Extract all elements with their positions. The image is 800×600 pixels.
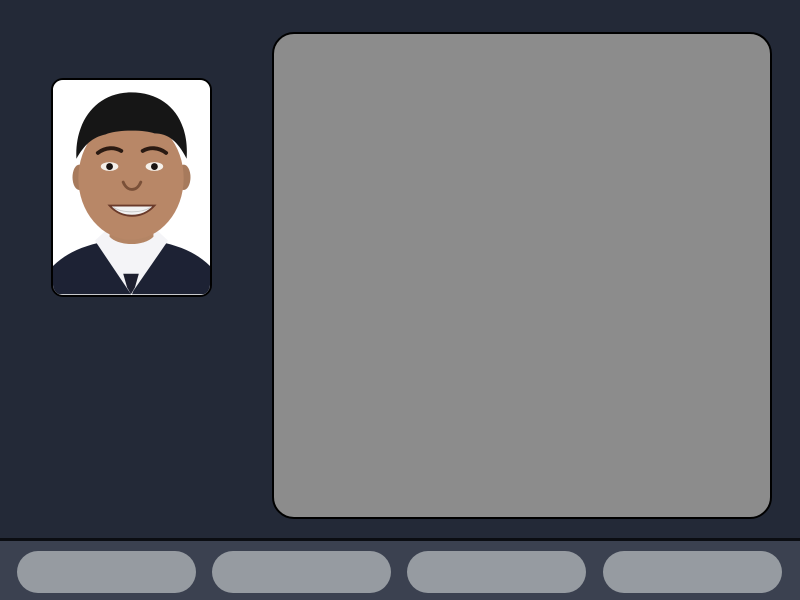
stage-area (0, 0, 800, 540)
action-button-4[interactable] (603, 551, 782, 593)
action-button-2[interactable] (212, 551, 391, 593)
app-window (0, 0, 800, 600)
action-button-3[interactable] (407, 551, 586, 593)
portrait-card (51, 78, 212, 297)
main-content-panel (272, 32, 772, 519)
bottom-action-bar (0, 538, 800, 600)
action-button-1[interactable] (17, 551, 196, 593)
person-photo-icon (53, 80, 210, 295)
